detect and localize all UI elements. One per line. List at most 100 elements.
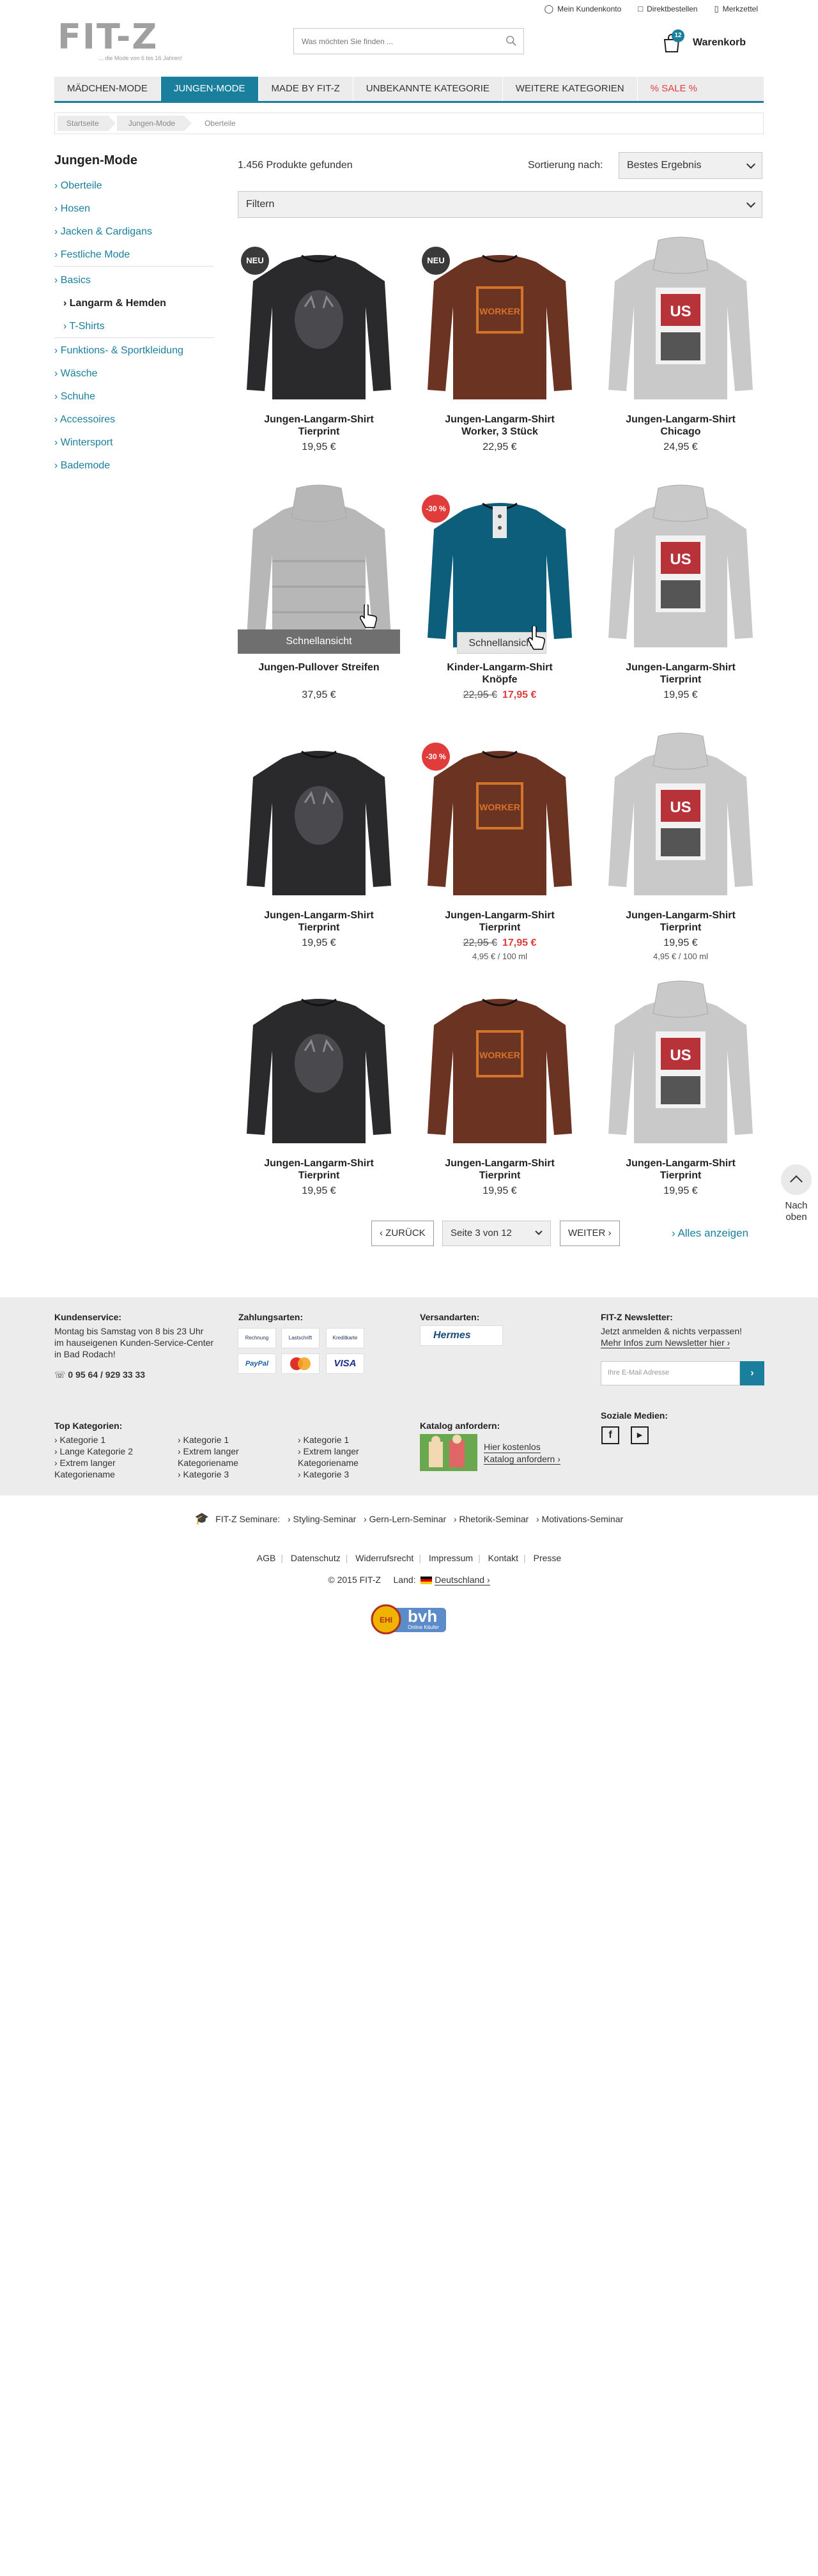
footer-link-datenschutz[interactable]: Datenschutz [291, 1553, 341, 1563]
nav-item-jungen[interactable]: Jungen-Mode [160, 77, 259, 101]
product-card[interactable]: US Jungen-Langarm-Shirt Tierprint 19,95 € 4… [599, 732, 762, 969]
show-all-link[interactable]: › Alles anzeigen [672, 1227, 748, 1240]
product-image-wrap[interactable]: WORKER -30 % [419, 732, 581, 902]
newsletter-email-input[interactable]: Ihre E-Mail Adresse [601, 1361, 740, 1385]
nav-item-made-by[interactable]: Made by FIT-Z [259, 77, 353, 101]
sort-select[interactable]: Bestes Ergebnis [619, 152, 762, 179]
product-card[interactable]: US Jungen-Langarm-Shirt Tierprint 19,95 € [599, 980, 762, 1217]
breadcrumb-item[interactable]: Startseite [58, 116, 116, 131]
product-name[interactable]: Jungen-Pullover Streifen [238, 661, 400, 674]
sidebar-item[interactable]: › Bademode [54, 454, 214, 477]
nav-item-weitere[interactable]: Weitere Kategorien [503, 77, 638, 101]
wishlist-link[interactable]: ▯ Merkzettel [714, 4, 758, 14]
top-cat-link[interactable]: › Kategorie 1 [178, 1434, 285, 1446]
product-name[interactable]: Jungen-Langarm-Shirt Tierprint [599, 1157, 762, 1182]
product-image[interactable] [238, 980, 400, 1150]
sidebar-item[interactable]: › Jacken & Cardigans [54, 220, 214, 243]
logo[interactable]: FIT-Z ... die Mode von 6 bis 16 Jahren! [58, 19, 182, 63]
product-card[interactable]: Jungen-Langarm-Shirt Tierprint 19,95 € [238, 732, 400, 969]
back-to-top-button[interactable] [781, 1164, 812, 1195]
product-name[interactable]: Jungen-Langarm-Shirt Tierprint [238, 909, 400, 934]
product-image-wrap[interactable]: US [599, 980, 762, 1150]
newsletter-info-link[interactable]: Mehr Infos zum Newsletter hier › [601, 1338, 730, 1348]
product-image[interactable]: US [599, 484, 762, 654]
youtube-icon[interactable]: ▶ [631, 1426, 649, 1444]
sidebar-item[interactable]: › Festliche Mode [54, 243, 214, 266]
sidebar-item[interactable]: › Oberteile [54, 174, 214, 197]
product-card[interactable]: WORKER Jungen-Langarm-Shirt Tierprint 19,9… [419, 980, 581, 1217]
sidebar-item[interactable]: › T-Shirts [54, 315, 214, 338]
seminar-link[interactable]: › Motivations-Seminar [536, 1514, 623, 1524]
top-cat-link[interactable]: › Extrem langer Kategoriename [54, 1457, 165, 1480]
product-image[interactable]: US [599, 732, 762, 902]
sidebar-item[interactable]: › Wintersport [54, 431, 214, 454]
product-image-wrap[interactable]: Schnellansicht [238, 484, 400, 654]
cart-button[interactable]: 12 Warenkorb [661, 29, 750, 55]
seminar-link[interactable]: › Styling-Seminar [288, 1514, 356, 1524]
sidebar-item[interactable]: › Funktions- & Sportkleidung [54, 339, 214, 362]
direct-order-link[interactable]: □ Direktbestellen [638, 4, 697, 14]
product-name[interactable]: Jungen-Langarm-Shirt Tierprint [599, 909, 762, 934]
product-image[interactable] [238, 732, 400, 902]
product-image-wrap[interactable]: -30 % Schnellansicht [419, 484, 581, 654]
product-name[interactable]: Kinder-Langarm-Shirt Knöpfe [419, 661, 581, 686]
product-name[interactable]: Jungen-Langarm-Shirt Tierprint [419, 1157, 581, 1182]
product-image[interactable]: US [599, 236, 762, 406]
product-image-wrap[interactable]: US [599, 236, 762, 406]
product-image[interactable]: US [599, 980, 762, 1150]
sidebar-item[interactable]: › Schuhe [54, 385, 214, 408]
footer-link-presse[interactable]: Presse [534, 1553, 562, 1563]
footer-link-kontakt[interactable]: Kontakt [488, 1553, 518, 1563]
product-card[interactable]: Schnellansicht Jungen-Pullover Streifen 37… [238, 484, 400, 721]
account-link[interactable]: ◯ Mein Kundenkonto [544, 4, 622, 14]
product-image-wrap[interactable]: US [599, 732, 762, 902]
filter-toggle[interactable]: Filtern [238, 191, 762, 218]
product-name[interactable]: Jungen-Langarm-Shirt Tierprint [238, 1157, 400, 1182]
catalog-request-link[interactable]: Katalog anfordern › [484, 1453, 560, 1465]
sidebar-item[interactable]: › Wäsche [54, 362, 214, 385]
facebook-icon[interactable]: f [601, 1426, 619, 1444]
bvh-seal[interactable]: EHI bvh Online Käufer [369, 1603, 449, 1636]
product-image-wrap[interactable] [238, 732, 400, 902]
top-cat-link[interactable]: › Kategorie 3 [178, 1469, 285, 1480]
sidebar-item[interactable]: › Hosen [54, 197, 214, 220]
sidebar-item[interactable]: › Basics [54, 269, 214, 292]
footer-link-widerruf[interactable]: Widerrufsrecht [355, 1553, 413, 1563]
top-cat-link[interactable]: › Extrem langer Kategoriename [298, 1446, 394, 1469]
top-cat-link[interactable]: › Kategorie 1 [54, 1434, 165, 1446]
product-name[interactable]: Jungen-Langarm-Shirt Tierprint [419, 909, 581, 934]
product-image-wrap[interactable]: WORKER NEU [419, 236, 581, 406]
footer-link-impressum[interactable]: Impressum [429, 1553, 473, 1563]
top-cat-link[interactable]: › Kategorie 1 [298, 1434, 394, 1446]
pagination-next-button[interactable]: WEITER › [560, 1221, 620, 1246]
page-select[interactable]: Seite 3 von 12 [442, 1221, 551, 1246]
product-name[interactable]: Jungen-Langarm-Shirt Worker, 3 Stück [419, 413, 581, 438]
nav-item-sale[interactable]: % Sale % [638, 77, 710, 101]
product-name[interactable]: Jungen-Langarm-Shirt Tierprint [238, 413, 400, 438]
top-cat-link[interactable]: › Lange Kategorie 2 [54, 1446, 165, 1457]
top-cat-link[interactable]: › Extrem langer Kategoriename [178, 1446, 285, 1469]
footer-link-agb[interactable]: AGB [257, 1553, 276, 1563]
product-card[interactable]: US Jungen-Langarm-Shirt Chicago 24,95 € [599, 236, 762, 473]
quick-view-button[interactable]: Schnellansicht [238, 629, 400, 654]
breadcrumb-item[interactable]: Jungen-Mode [116, 116, 192, 131]
product-image-wrap[interactable]: NEU [238, 236, 400, 406]
search-icon[interactable] [505, 35, 517, 47]
product-card[interactable]: US Jungen-Langarm-Shirt Tierprint 19,95 € [599, 484, 762, 721]
search-input[interactable] [294, 29, 486, 54]
sidebar-item-selected[interactable]: › Langarm & Hemden [54, 292, 214, 315]
product-card[interactable]: Jungen-Langarm-Shirt Tierprint 19,95 € [238, 980, 400, 1217]
nav-item-maedchen[interactable]: Mädchen-Mode [54, 77, 161, 101]
product-image-wrap[interactable]: US [599, 484, 762, 654]
product-name[interactable]: Jungen-Langarm-Shirt Chicago [599, 413, 762, 438]
product-card[interactable]: WORKER NEU Jungen-Langarm-Shirt Worker, 3 … [419, 236, 581, 473]
pagination-back-button[interactable]: ‹ ZURÜCK [371, 1221, 434, 1246]
product-image[interactable]: WORKER [419, 980, 581, 1150]
seminar-link[interactable]: › Gern-Lern-Seminar [364, 1514, 446, 1524]
product-card[interactable]: NEU Jungen-Langarm-Shirt Tierprint 19,95 € [238, 236, 400, 473]
product-card[interactable]: WORKER -30 % Jungen-Langarm-Shirt Tierprin… [419, 732, 581, 969]
product-name[interactable]: Jungen-Langarm-Shirt Tierprint [599, 661, 762, 686]
seminar-link[interactable]: › Rhetorik-Seminar [454, 1514, 529, 1524]
top-cat-link[interactable]: › Kategorie 3 [298, 1469, 394, 1480]
product-image-wrap[interactable]: WORKER [419, 980, 581, 1150]
